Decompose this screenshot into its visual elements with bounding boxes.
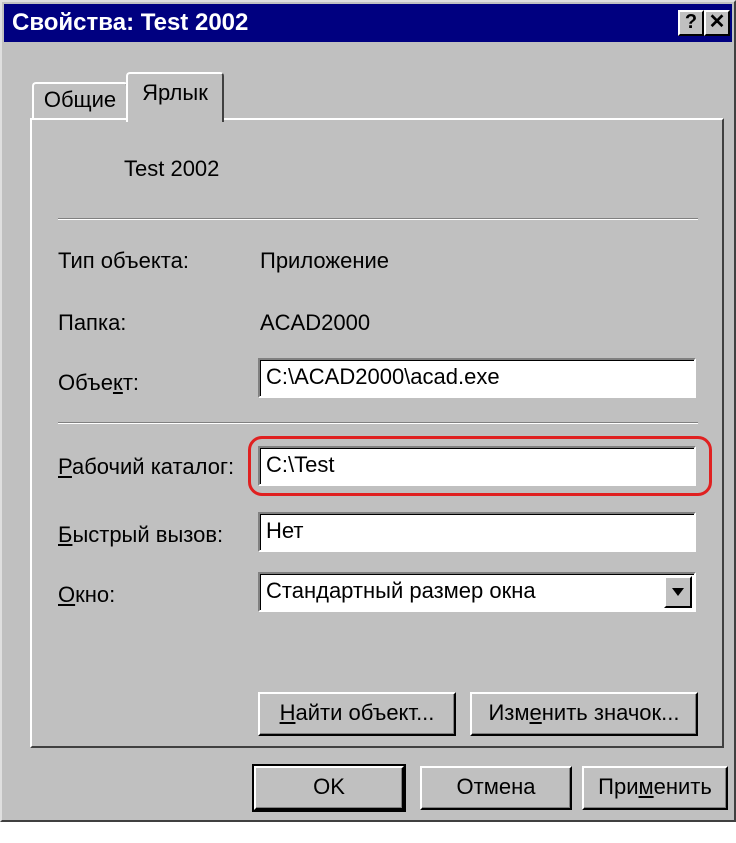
tab-shortcut[interactable]: Ярлык (126, 72, 224, 122)
object-type-label: Тип объекта: (58, 248, 189, 273)
close-button[interactable]: ✕ (704, 10, 730, 36)
tab-general-label: Общие (43, 87, 117, 112)
target-input[interactable]: C:\ACAD2000\acad.exe (258, 358, 696, 398)
tab-shortcut-label: Ярлык (142, 80, 208, 105)
hotkey-label: Быстрый вызов: (58, 522, 224, 547)
change-icon-button[interactable]: Изменить значок... (470, 692, 698, 736)
window-mode-select[interactable]: Стандартный размер окна (258, 572, 696, 612)
chevron-down-icon[interactable] (664, 576, 692, 608)
object-type-value: Приложение (260, 248, 390, 273)
shortcut-name: Test 2002 (124, 156, 220, 181)
working-directory-label: Рабочий каталог: (58, 454, 235, 479)
folder-value: ACAD2000 (260, 310, 371, 335)
properties-dialog: Свойства: Test 2002 ? ✕ Общие Ярлык Test… (0, 0, 736, 822)
cancel-button[interactable]: Отмена (420, 766, 572, 810)
folder-label: Папка: (58, 310, 127, 335)
help-button[interactable]: ? (678, 10, 704, 36)
separator-middle (58, 422, 698, 424)
hotkey-input[interactable]: Нет (258, 512, 696, 552)
find-target-button[interactable]: Найти объект... (258, 692, 456, 736)
working-directory-input[interactable]: C:\Test (258, 446, 696, 486)
shortcut-tab-panel (30, 118, 724, 748)
apply-button[interactable]: Применить (582, 766, 728, 810)
window-title: Свойства: Test 2002 (12, 9, 249, 36)
window-mode-value: Стандартный размер окна (266, 578, 536, 603)
separator-top (58, 218, 698, 220)
target-label: Объект: (58, 370, 140, 395)
question-mark-icon: ? (684, 11, 698, 33)
close-icon: ✕ (708, 11, 726, 33)
ok-button[interactable]: OK (252, 764, 406, 812)
tab-general[interactable]: Общие (32, 82, 128, 118)
window-mode-label: Окно: (58, 582, 116, 607)
title-bar[interactable]: Свойства: Test 2002 ? ✕ (4, 4, 732, 42)
